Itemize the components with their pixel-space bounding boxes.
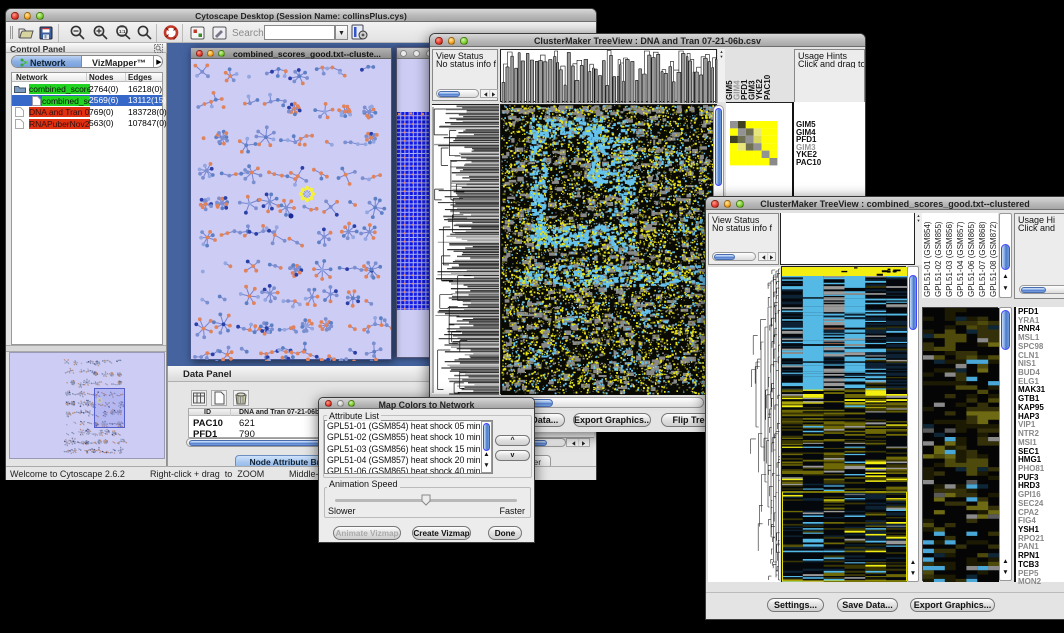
svg-text:1:1: 1:1 xyxy=(119,29,126,34)
svg-text:GPL51-03 (GSM856): GPL51-03 (GSM856) xyxy=(945,221,954,297)
svg-text:Search:: Search: xyxy=(232,28,266,39)
svg-text:GPL51-06 (GSM865): GPL51-06 (GSM865) xyxy=(967,221,976,297)
svg-text:GPL51-01 (GSM854): GPL51-01 (GSM854) xyxy=(923,221,932,297)
svg-text:PAC10: PAC10 xyxy=(763,74,772,100)
svg-text:GPL51-04 (GSM857): GPL51-04 (GSM857) xyxy=(956,221,965,297)
svg-text:GPL51-02 (GSM855): GPL51-02 (GSM855) xyxy=(934,221,943,297)
svg-text:GPL51-07 (GSM868): GPL51-07 (GSM868) xyxy=(978,221,987,297)
svg-text:GPL51-08 (GSM872): GPL51-08 (GSM872) xyxy=(989,221,998,297)
